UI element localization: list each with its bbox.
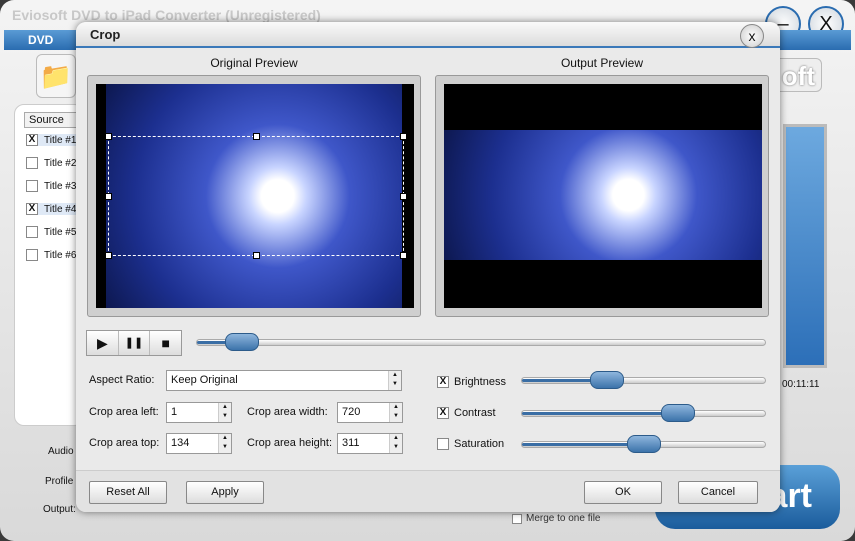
contrast-slider[interactable]: [521, 404, 766, 422]
crop-left-input[interactable]: 1 ▲ ▼: [166, 402, 232, 423]
crop-handle[interactable]: [105, 193, 112, 200]
aspect-ratio-select[interactable]: Keep Original ▲ ▼: [166, 370, 402, 391]
title-label: Title #3: [44, 180, 77, 192]
crop-width-label: Crop area width:: [247, 406, 328, 418]
title-checkbox[interactable]: [26, 226, 38, 238]
spinner-icon[interactable]: ▲ ▼: [218, 434, 231, 453]
crop-handle[interactable]: [105, 133, 112, 140]
title-checkbox[interactable]: X: [26, 203, 38, 215]
crop-dialog: Crop x Original Preview Output Preview ▶…: [76, 22, 780, 512]
checkbox-box[interactable]: X: [437, 376, 449, 388]
title-label: Title #1: [44, 134, 77, 146]
reset-all-button[interactable]: Reset All: [89, 481, 167, 504]
title-label: Title #4: [44, 203, 77, 215]
crop-top-label: Crop area top:: [89, 437, 160, 449]
crop-left-label: Crop area left:: [89, 406, 159, 418]
dialog-header: Crop x: [76, 22, 780, 48]
ok-button[interactable]: OK: [584, 481, 662, 504]
seek-slider[interactable]: [196, 333, 766, 351]
title-label: Title #2: [44, 157, 77, 169]
cancel-button[interactable]: Cancel: [678, 481, 758, 504]
playback-controls: ▶ ❚❚ ■: [86, 330, 182, 356]
checkbox-box[interactable]: [437, 438, 449, 450]
play-button[interactable]: ▶: [87, 331, 119, 355]
dialog-title: Crop: [90, 27, 121, 42]
title-list-item[interactable]: Title #3: [26, 180, 76, 192]
title-list-item[interactable]: Title #6: [26, 249, 76, 261]
saturation-thumb[interactable]: [626, 435, 661, 453]
aspect-ratio-label: Aspect Ratio:: [89, 374, 155, 386]
crop-handle[interactable]: [105, 252, 112, 259]
title-checkbox[interactable]: [26, 249, 38, 261]
title-checkbox[interactable]: X: [26, 134, 38, 146]
source-header: Source: [24, 112, 84, 128]
pause-button[interactable]: ❚❚: [119, 331, 151, 355]
crop-handle[interactable]: [400, 193, 407, 200]
original-preview-label: Original Preview: [210, 56, 298, 70]
title-checkbox[interactable]: [26, 180, 38, 192]
crop-handle[interactable]: [253, 252, 260, 259]
original-preview: [87, 75, 421, 317]
saturation-slider[interactable]: [521, 435, 766, 453]
crop-rectangle[interactable]: [105, 133, 407, 259]
contrast-checkbox[interactable]: X Contrast: [437, 407, 496, 419]
output-video-frame: [444, 130, 762, 260]
stop-button[interactable]: ■: [150, 331, 181, 355]
seek-thumb[interactable]: [225, 333, 260, 351]
profile-label: Profile: [45, 476, 74, 487]
brightness-thumb[interactable]: [590, 371, 625, 389]
output-preview-label: Output Preview: [560, 56, 644, 70]
aspect-ratio-value: Keep Original: [171, 374, 238, 386]
title-checkbox[interactable]: [26, 157, 38, 169]
time-display: 00:11:11: [782, 379, 820, 390]
spinner-icon[interactable]: ▲ ▼: [218, 403, 231, 422]
video-preview: [783, 124, 827, 368]
crop-height-label: Crop area height:: [247, 437, 332, 449]
brightness-slider[interactable]: [521, 371, 766, 389]
checkbox-box[interactable]: X: [437, 407, 449, 419]
dialog-close-button[interactable]: x: [740, 24, 764, 48]
spinner-icon[interactable]: ▲ ▼: [389, 434, 402, 453]
crop-handle[interactable]: [253, 133, 260, 140]
title-list-item[interactable]: Title #2: [26, 157, 76, 169]
saturation-checkbox[interactable]: Saturation: [437, 438, 504, 450]
title-label: Title #6: [44, 249, 77, 261]
crop-width-input[interactable]: 720 ▲ ▼: [337, 402, 403, 423]
open-folder-icon[interactable]: 📁: [36, 54, 76, 98]
app-title: Eviosoft DVD to iPad Converter (Unregist…: [12, 7, 321, 23]
crop-handle[interactable]: [400, 252, 407, 259]
dialog-footer: Reset All Apply OK Cancel: [76, 470, 780, 512]
merge-checkbox[interactable]: Merge to one file: [512, 513, 601, 524]
crop-handle[interactable]: [400, 133, 407, 140]
title-list-item[interactable]: Title #5: [26, 226, 76, 238]
crop-height-input[interactable]: 311 ▲ ▼: [337, 433, 403, 454]
merge-label: Merge to one file: [526, 513, 601, 524]
menu-dvd[interactable]: DVD: [28, 33, 53, 47]
brightness-checkbox[interactable]: X Brightness: [437, 376, 506, 388]
audio-label: Audio: [48, 446, 74, 457]
title-list-panel: [14, 104, 84, 426]
output-preview: [435, 75, 769, 317]
title-list-item[interactable]: X Title #1: [26, 134, 77, 146]
crop-top-input[interactable]: 134 ▲ ▼: [166, 433, 232, 454]
apply-button[interactable]: Apply: [186, 481, 264, 504]
spinner-icon[interactable]: ▲ ▼: [388, 371, 401, 390]
contrast-thumb[interactable]: [660, 404, 695, 422]
spinner-icon[interactable]: ▲ ▼: [389, 403, 402, 422]
output-label: Output:: [43, 504, 76, 515]
merge-checkbox-box[interactable]: [512, 513, 522, 524]
title-list-item[interactable]: X Title #4: [26, 203, 77, 215]
title-label: Title #5: [44, 226, 77, 238]
